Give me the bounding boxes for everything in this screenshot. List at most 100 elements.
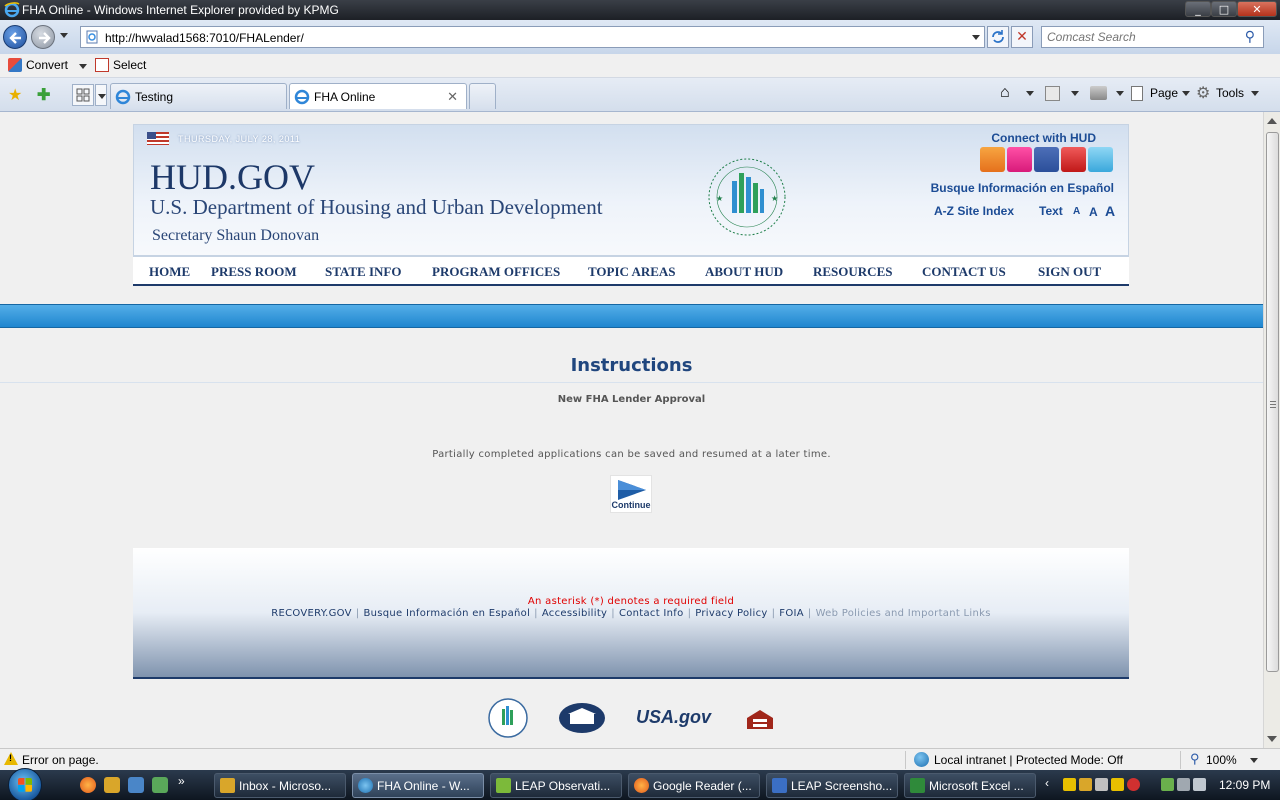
nav-program-offices[interactable]: PROGRAM OFFICES	[432, 264, 560, 280]
stop-button[interactable]: ✕	[1011, 26, 1033, 48]
forward-button[interactable]	[31, 25, 55, 49]
refresh-button[interactable]	[987, 26, 1009, 48]
show-desktop-icon[interactable]	[128, 777, 144, 793]
firefox-icon[interactable]	[80, 777, 96, 793]
convert-dropdown-icon[interactable]	[79, 64, 87, 69]
gear-icon: ⚙	[1196, 85, 1211, 102]
select-button[interactable]: Select	[95, 58, 146, 72]
network-icon[interactable]	[1161, 778, 1174, 791]
network-icon[interactable]	[152, 777, 168, 793]
white-house-icon[interactable]	[558, 702, 606, 734]
tab-testing[interactable]: Testing	[110, 83, 287, 109]
nav-state-info[interactable]: STATE INFO	[325, 264, 401, 280]
footer-link-foia[interactable]: FOIA	[779, 608, 804, 619]
taskbar-item-inbox[interactable]: Inbox - Microso...	[214, 773, 346, 798]
taskbar-item-leap-screenshot[interactable]: LEAP Screensho...	[766, 773, 898, 798]
zoom-dropdown-icon[interactable]	[1250, 758, 1258, 763]
hud-seal-small-icon[interactable]	[487, 697, 529, 739]
footer-link-recovery[interactable]: RECOVERY.GOV	[271, 608, 352, 619]
page-menu[interactable]: Page	[1150, 86, 1178, 100]
nav-topic-areas[interactable]: TOPIC AREAS	[588, 264, 676, 280]
nav-home[interactable]: HOME	[149, 264, 190, 280]
feeds-icon[interactable]	[1045, 86, 1060, 101]
text-size-large[interactable]: A	[1105, 203, 1115, 219]
warning-icon[interactable]	[4, 752, 18, 765]
maximize-button[interactable]: □	[1211, 1, 1237, 17]
tray-app-icon[interactable]	[1127, 778, 1140, 791]
tray-app-icon[interactable]	[1095, 778, 1108, 791]
flickr-icon[interactable]	[1007, 147, 1032, 172]
footer-link-accessibility[interactable]: Accessibility	[542, 608, 607, 619]
spanish-info-link[interactable]: Busque Información en Español	[931, 181, 1114, 195]
taskbar-item-excel[interactable]: Microsoft Excel ...	[904, 773, 1036, 798]
print-icon[interactable]	[1090, 86, 1107, 100]
add-favorites-icon[interactable]: ✚	[37, 85, 50, 105]
system-clock[interactable]: 12:09 PM	[1219, 778, 1270, 792]
footer-link-contact[interactable]: Contact Info	[619, 608, 684, 619]
history-dropdown-icon[interactable]	[60, 33, 68, 38]
rss-icon[interactable]	[980, 147, 1005, 172]
youtube-icon[interactable]	[1061, 147, 1086, 172]
start-button[interactable]	[8, 768, 42, 800]
twitter-icon[interactable]	[1088, 147, 1113, 172]
url-text[interactable]: http://hwvalad1568:7010/FHALender/	[105, 31, 304, 45]
taskbar-item-google-reader[interactable]: Google Reader (...	[628, 773, 760, 798]
favorites-star-icon[interactable]: ★	[8, 85, 22, 105]
scroll-up-icon[interactable]	[1267, 118, 1277, 124]
footer-link-espanol[interactable]: Busque Información en Español	[363, 608, 530, 619]
az-site-index-link[interactable]: A-Z Site Index	[934, 204, 1014, 218]
search-icon[interactable]: ⚲	[1245, 29, 1255, 45]
address-bar[interactable]: http://hwvalad1568:7010/FHALender/	[80, 26, 985, 48]
facebook-icon[interactable]	[1034, 147, 1059, 172]
zoom-level[interactable]: 100%	[1206, 753, 1237, 767]
footer-link-web-policies[interactable]: Web Policies and Important Links	[816, 608, 991, 619]
ie-icon	[294, 89, 310, 105]
close-tab-icon[interactable]: ✕	[447, 89, 458, 105]
tray-app-icon[interactable]	[1079, 778, 1092, 791]
nav-resources[interactable]: RESOURCES	[813, 264, 892, 280]
nav-contact-us[interactable]: CONTACT US	[922, 264, 1006, 280]
tab-fha-online[interactable]: FHA Online ✕	[289, 83, 467, 109]
hud-brand[interactable]: HUD.GOV	[150, 159, 315, 195]
taskbar-item-leap-observation[interactable]: LEAP Observati...	[490, 773, 622, 798]
usa-gov-logo[interactable]: USA.gov	[636, 707, 711, 728]
equal-housing-icon[interactable]	[745, 708, 775, 730]
nav-sign-out[interactable]: SIGN OUT	[1038, 264, 1101, 280]
back-button[interactable]	[3, 25, 27, 49]
home-icon[interactable]: ⌂	[1000, 84, 1010, 102]
feeds-dropdown-icon[interactable]	[1071, 91, 1079, 96]
convert-button[interactable]: Convert	[8, 58, 68, 72]
footer-link-privacy[interactable]: Privacy Policy	[695, 608, 767, 619]
text-size-small[interactable]: A	[1073, 206, 1080, 217]
home-dropdown-icon[interactable]	[1026, 91, 1034, 96]
tray-app-icon[interactable]	[1111, 778, 1124, 791]
tray-expand-icon[interactable]: ‹	[1045, 776, 1049, 790]
tools-menu[interactable]: Tools	[1216, 86, 1244, 100]
tab-list-dropdown[interactable]	[95, 84, 107, 106]
volume-icon[interactable]	[1193, 778, 1206, 791]
nav-press-room[interactable]: PRESS ROOM	[211, 264, 297, 280]
search-input[interactable]	[1047, 28, 1237, 46]
error-status[interactable]: Error on page.	[22, 753, 99, 767]
page-dropdown-icon[interactable]	[1182, 91, 1190, 96]
tray-app-icon[interactable]	[1063, 778, 1076, 791]
continue-button[interactable]: Continue	[610, 475, 652, 513]
search-box[interactable]: ⚲	[1041, 26, 1264, 48]
new-tab-button[interactable]	[469, 83, 496, 109]
security-zone[interactable]: Local intranet | Protected Mode: Off	[934, 753, 1123, 767]
outlook-icon[interactable]	[104, 777, 120, 793]
scroll-down-icon[interactable]	[1267, 736, 1277, 742]
address-dropdown-icon[interactable]	[972, 35, 980, 40]
text-size-medium[interactable]: A	[1089, 205, 1098, 219]
quicklaunch-expand-icon[interactable]: »	[178, 774, 185, 788]
power-icon[interactable]	[1177, 778, 1190, 791]
print-dropdown-icon[interactable]	[1116, 91, 1124, 96]
taskbar-item-fha-online[interactable]: FHA Online - W...	[352, 773, 484, 798]
minimize-button[interactable]: _	[1185, 1, 1211, 17]
close-button[interactable]: ✕	[1237, 1, 1277, 17]
tools-dropdown-icon[interactable]	[1251, 91, 1259, 96]
scroll-thumb[interactable]	[1266, 132, 1279, 672]
quick-tabs-button[interactable]	[72, 84, 94, 106]
vertical-scrollbar[interactable]	[1263, 112, 1280, 748]
nav-about-hud[interactable]: ABOUT HUD	[705, 264, 783, 280]
